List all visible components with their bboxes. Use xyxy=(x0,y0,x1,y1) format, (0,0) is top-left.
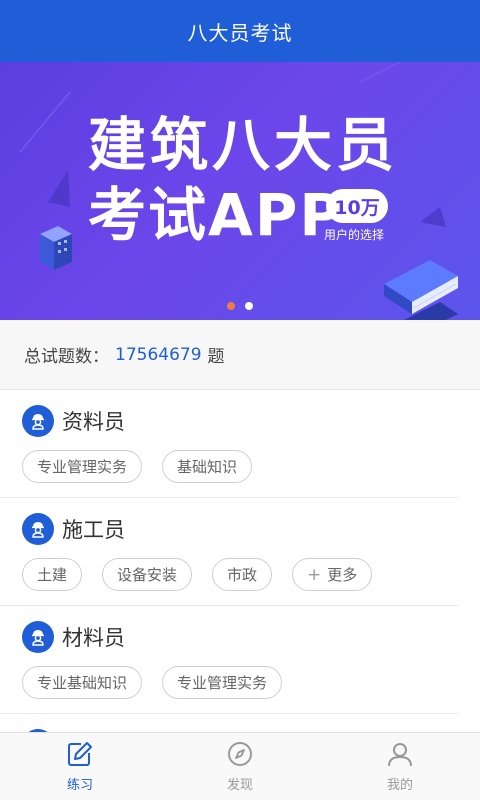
tag-button[interactable]: 市政 xyxy=(212,558,273,591)
category-list: 资料员 专业管理实务 基础知识 施工员 土建 设备安装 市政 + 更多 材料员 … xyxy=(0,390,480,732)
edit-icon xyxy=(68,742,92,766)
tag-button[interactable]: 专业基础知识 xyxy=(22,666,143,699)
more-label: 更多 xyxy=(327,566,358,584)
book-icon xyxy=(384,260,458,320)
banner-badge-subtitle: 用户的选择 xyxy=(324,228,385,242)
tag-list: 专业基础知识 专业管理实务 xyxy=(22,666,436,699)
category-name: 资料员 xyxy=(62,410,125,434)
worker-icon xyxy=(22,621,54,653)
banner-headline-2: 考试APP xyxy=(88,181,344,249)
category-name: 材料员 xyxy=(62,626,125,650)
carousel-dot-active[interactable] xyxy=(227,302,235,310)
nav-profile[interactable]: 我的 xyxy=(320,733,480,800)
carousel-dot[interactable] xyxy=(245,302,253,310)
banner-badge: 10万 xyxy=(326,189,388,223)
nav-label: 我的 xyxy=(386,778,413,793)
tag-list: 专业管理实务 基础知识 xyxy=(22,450,436,483)
nav-label: 练习 xyxy=(66,778,93,793)
promo-banner[interactable]: 建筑八大员 考试APP 10万 用户的选择 xyxy=(0,62,480,320)
tag-button[interactable]: 专业管理实务 xyxy=(162,666,283,699)
category-item: 施工员 土建 设备安装 市政 + 更多 xyxy=(0,498,458,606)
user-icon xyxy=(388,743,412,767)
worker-icon xyxy=(22,405,54,437)
worker-icon xyxy=(22,513,54,545)
app-root: 八大员考试 建筑八大员 考试APP 10万 用户的选择 总试题数： 175646… xyxy=(0,0,480,800)
category-header[interactable]: 材料员 xyxy=(22,620,436,654)
banner-headline-1: 建筑八大员 xyxy=(88,111,399,179)
app-header: 八大员考试 xyxy=(0,0,480,62)
total-count: 17564679 xyxy=(115,344,202,365)
tag-button[interactable]: 基础知识 xyxy=(162,450,253,483)
tag-button[interactable]: 设备安装 xyxy=(102,558,193,591)
nav-discover[interactable]: 发现 xyxy=(160,733,320,800)
bottom-nav: 练习 发现 我的 xyxy=(0,732,480,800)
category-header[interactable]: 资料员 xyxy=(22,404,436,438)
category-header[interactable]: 施工员 xyxy=(22,512,436,546)
total-questions: 总试题数： 17564679 题 xyxy=(0,320,480,390)
category-item: 材料员 专业基础知识 专业管理实务 xyxy=(0,606,458,714)
tag-button[interactable]: 土建 xyxy=(22,558,83,591)
triangle-shape xyxy=(48,170,70,207)
building-icon xyxy=(40,226,72,270)
category-item-partial xyxy=(0,714,458,732)
total-label: 总试题数： xyxy=(24,347,109,367)
nav-label: 发现 xyxy=(226,778,253,793)
category-name: 施工员 xyxy=(62,518,125,542)
tag-list: 土建 设备安装 市政 + 更多 xyxy=(22,558,436,591)
carousel-indicator xyxy=(0,302,480,310)
nav-practice[interactable]: 练习 xyxy=(0,733,160,800)
total-unit: 题 xyxy=(207,347,225,367)
page-title: 八大员考试 xyxy=(187,20,293,45)
tag-button[interactable]: 专业管理实务 xyxy=(22,450,143,483)
more-button[interactable]: + 更多 xyxy=(292,558,373,591)
category-item: 资料员 专业管理实务 基础知识 xyxy=(0,390,458,498)
plus-icon: + xyxy=(307,564,322,585)
compass-icon xyxy=(228,742,252,766)
